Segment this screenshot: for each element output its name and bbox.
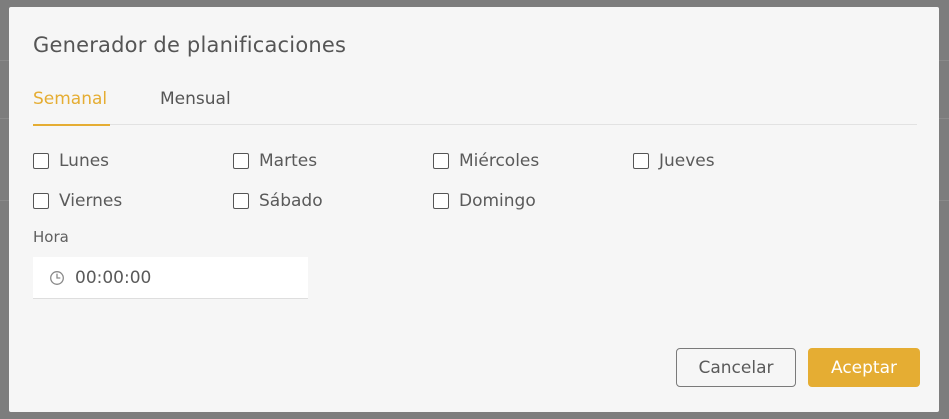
checkbox-icon[interactable] [633,153,649,169]
day-checkbox-thursday[interactable]: Jueves [633,151,715,171]
checkbox-icon[interactable] [33,153,49,169]
day-checkbox-tuesday[interactable]: Martes [233,151,317,171]
time-value: 00:00:00 [75,267,152,288]
time-label: Hora [33,228,69,246]
clock-icon [49,270,65,286]
tab-divider [33,124,917,125]
checkbox-icon[interactable] [33,193,49,209]
day-label: Sábado [259,191,323,211]
active-tab-indicator [33,124,110,126]
accept-button[interactable]: Aceptar [808,348,920,387]
checkbox-icon[interactable] [233,193,249,209]
tab-weekly-label: Semanal [33,89,108,109]
schedule-generator-dialog: Generador de planificaciones Semanal Men… [9,7,939,412]
day-checkbox-monday[interactable]: Lunes [33,151,109,171]
tab-monthly-label: Mensual [160,89,231,109]
tab-weekly[interactable]: Semanal [33,89,107,109]
checkbox-icon[interactable] [433,153,449,169]
checkbox-icon[interactable] [233,153,249,169]
day-label: Jueves [659,151,715,171]
day-checkbox-saturday[interactable]: Sábado [233,191,323,211]
day-label: Martes [259,151,318,171]
day-label: Lunes [59,151,110,171]
day-checkbox-wednesday[interactable]: Miércoles [433,151,539,171]
time-input[interactable]: 00:00:00 [33,257,308,299]
day-label: Miércoles [459,151,540,171]
cancel-button[interactable]: Cancelar [676,348,796,387]
day-checkbox-friday[interactable]: Viernes [33,191,122,211]
tab-monthly[interactable]: Mensual [160,89,231,109]
day-label: Domingo [459,191,536,211]
dialog-title: Generador de planificaciones [33,33,347,57]
checkbox-icon[interactable] [433,193,449,209]
tab-bar: Semanal Mensual [33,87,917,126]
day-checkbox-sunday[interactable]: Domingo [433,191,536,211]
day-label: Viernes [59,191,123,211]
